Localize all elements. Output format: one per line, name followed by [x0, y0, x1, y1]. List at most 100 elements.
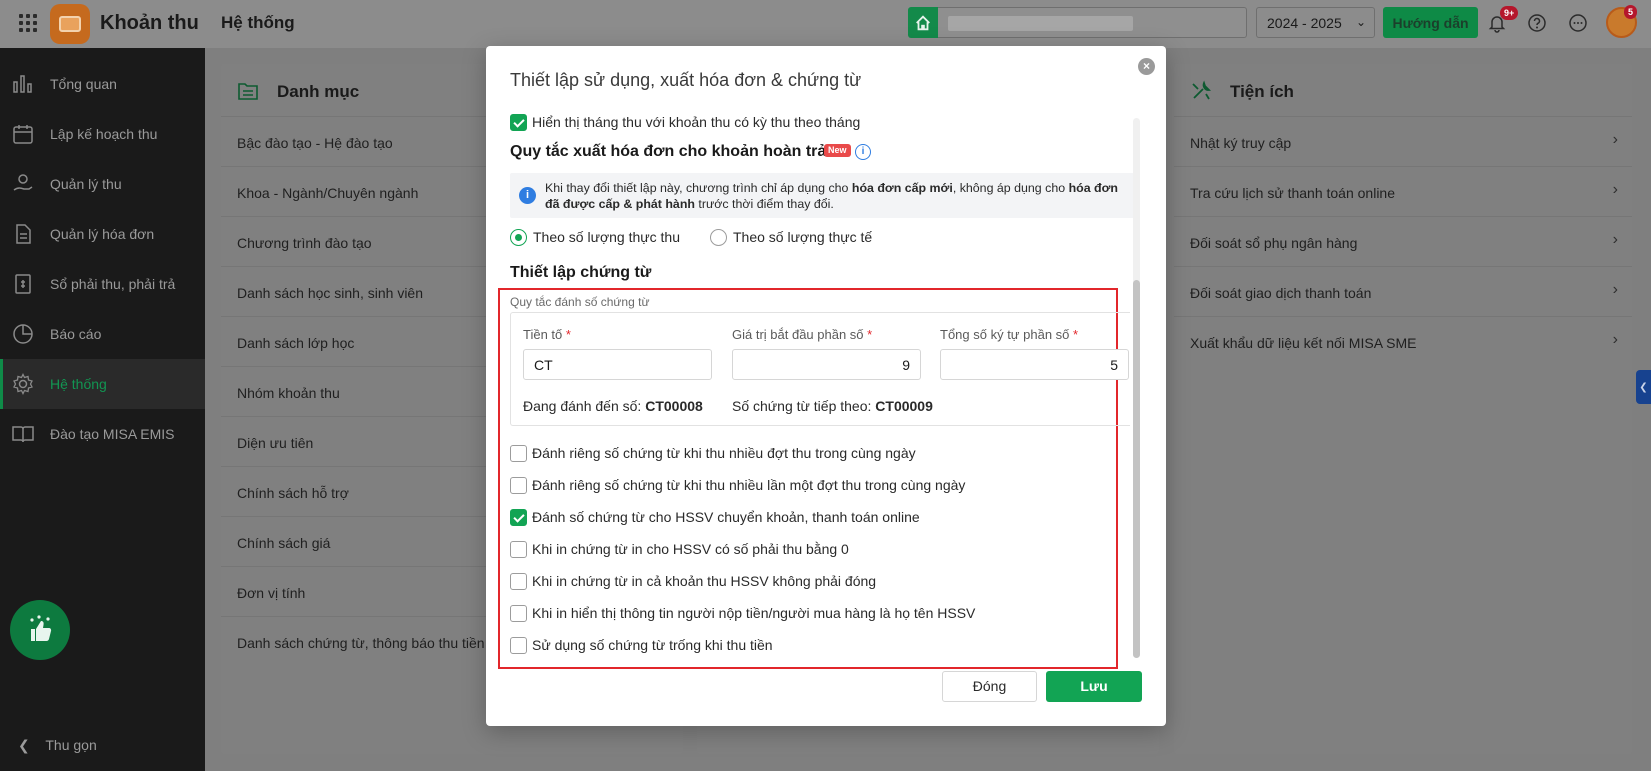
- feedback-thumbs-up-icon[interactable]: [10, 600, 70, 660]
- numbering-rule-caption: Quy tắc đánh số chứng từ: [510, 295, 650, 309]
- chart-bars-icon: [11, 72, 35, 96]
- scrollbar-thumb[interactable]: [1133, 280, 1140, 658]
- collapse-label: Thu gọn: [45, 737, 97, 753]
- chevron-down-icon: ⌄: [1355, 15, 1366, 29]
- option-checkbox[interactable]: [510, 541, 527, 558]
- notification-badge: 9+: [1500, 6, 1519, 20]
- sidebar: Tổng quan Lập kế hoạch thu Quản lý thu Q…: [0, 48, 205, 771]
- sidebar-item-collection[interactable]: Quản lý thu: [0, 159, 205, 209]
- sidebar-item-training[interactable]: Đào tạo MISA EMIS: [0, 409, 205, 459]
- option-label: Khi in hiển thị thông tin người nộp tiền…: [532, 605, 976, 621]
- app-grid-icon[interactable]: [19, 14, 37, 32]
- sidebar-item-label: Quản lý thu: [50, 176, 122, 192]
- option-checkbox[interactable]: [510, 445, 527, 462]
- save-button[interactable]: Lưu: [1046, 671, 1142, 702]
- calendar-icon: [11, 122, 35, 146]
- sidebar-item-label: Quản lý hóa đơn: [50, 226, 155, 242]
- utility-row[interactable]: Đối soát giao dịch thanh toán ›: [1174, 266, 1632, 316]
- option-checkbox[interactable]: [510, 605, 527, 622]
- utilities-title: Tiện ích: [1230, 82, 1294, 101]
- book-icon: [11, 422, 35, 446]
- next-number: Số chứng từ tiếp theo: CT00009: [732, 398, 933, 414]
- chevron-right-icon: ›: [1612, 331, 1618, 348]
- school-year-select[interactable]: 2024 - 2025 ⌄: [1256, 7, 1375, 38]
- option-label: Khi in chứng từ in cho HSSV có số phải t…: [532, 541, 849, 557]
- info-icon: i: [519, 187, 536, 204]
- option-checkbox[interactable]: [510, 477, 527, 494]
- utility-row-label: Tra cứu lịch sử thanh toán online: [1190, 185, 1396, 201]
- collapse-sidebar-button[interactable]: ❮ Thu gọn: [18, 737, 97, 754]
- sidebar-item-label: Tổng quan: [50, 76, 117, 92]
- start-value-label: Giá trị bắt đầu phần số *: [732, 327, 873, 342]
- utility-row-label: Nhật ký truy cập: [1190, 135, 1292, 151]
- current-number: Đang đánh đến số: CT00008: [523, 398, 703, 414]
- option-label: Đánh số chứng từ cho HSSV chuyển khoản, …: [532, 509, 920, 525]
- chevron-right-icon: ›: [1612, 281, 1618, 298]
- start-value-input[interactable]: [732, 349, 921, 380]
- avatar-badge: 5: [1624, 5, 1638, 19]
- home-icon[interactable]: [908, 7, 938, 38]
- ledger-icon: [11, 272, 35, 296]
- chevron-right-icon: ›: [1612, 231, 1618, 248]
- option-label: Đánh riêng số chứng từ khi thu nhiều lần…: [532, 477, 966, 493]
- guide-button[interactable]: Hướng dẫn: [1383, 7, 1478, 38]
- sidebar-item-label: Lập kế hoạch thu: [50, 126, 158, 142]
- option-label: Sử dụng số chứng từ trống khi thu tiền: [532, 637, 773, 653]
- voucher-settings-title: Thiết lập chứng từ: [510, 264, 652, 281]
- sidebar-item-label: Báo cáo: [50, 326, 102, 342]
- more-options-icon[interactable]: [1567, 12, 1589, 34]
- sidebar-item-label: Hệ thống: [50, 376, 107, 392]
- sidebar-item-plan[interactable]: Lập kế hoạch thu: [0, 109, 205, 159]
- school-year-value: 2024 - 2025: [1267, 15, 1342, 31]
- chevron-right-icon: ›: [1612, 181, 1618, 198]
- top-bar: Khoản thu Hệ thống 2024 - 2025 ⌄ Hướng d…: [0, 0, 1651, 48]
- utility-row-label: Xuất khẩu dữ liệu kết nối MISA SME: [1190, 335, 1417, 351]
- folder-list-icon: [237, 80, 259, 102]
- app-name: Khoản thu: [100, 12, 199, 34]
- radio-actual-collected[interactable]: [510, 229, 527, 246]
- refund-rule-title: Quy tắc xuất hóa đơn cho khoản hoàn trả: [510, 143, 827, 160]
- notice-text: Khi thay đổi thiết lập này, chương trình…: [545, 181, 1118, 211]
- school-selector[interactable]: [938, 7, 1247, 38]
- info-notice: i Khi thay đổi thiết lập này, chương trì…: [510, 173, 1134, 218]
- info-icon[interactable]: i: [855, 144, 871, 160]
- utility-row[interactable]: Tra cứu lịch sử thanh toán online ›: [1174, 166, 1632, 216]
- prefix-label: Tiền tố *: [523, 327, 571, 342]
- sidebar-item-label: Đào tạo MISA EMIS: [50, 426, 175, 442]
- digit-count-input[interactable]: [940, 349, 1129, 380]
- option-label: Đánh riêng số chứng từ khi thu nhiều đợt…: [532, 445, 916, 461]
- sidebar-item-invoices[interactable]: Quản lý hóa đơn: [0, 209, 205, 259]
- settings-dialog: Thiết lập sử dụng, xuất hóa đơn & chứng …: [486, 46, 1166, 726]
- option-checkbox[interactable]: [510, 573, 527, 590]
- sidebar-item-overview[interactable]: Tổng quan: [0, 59, 205, 109]
- help-icon[interactable]: [1526, 12, 1548, 34]
- prefix-input[interactable]: [523, 349, 712, 380]
- tools-icon: [1190, 80, 1212, 102]
- new-badge: New: [824, 144, 851, 157]
- gear-icon: [11, 372, 35, 396]
- option-checkbox[interactable]: [510, 509, 527, 526]
- radio-actual-collected-label: Theo số lượng thực thu: [533, 229, 680, 245]
- utility-row[interactable]: Nhật ký truy cập ›: [1174, 116, 1632, 166]
- catalog-title: Danh mục: [277, 82, 360, 101]
- option-label: Khi in chứng từ in cả khoản thu HSSV khô…: [532, 573, 877, 589]
- dialog-title: Thiết lập sử dụng, xuất hóa đơn & chứng …: [510, 70, 862, 90]
- dialog-scrollbar[interactable]: [1133, 118, 1140, 658]
- close-button[interactable]: Đóng: [942, 671, 1037, 702]
- radio-actual[interactable]: [710, 229, 727, 246]
- hand-money-icon: [11, 172, 35, 196]
- sidebar-item-ledger[interactable]: Sổ phải thu, phải trả: [0, 259, 205, 309]
- sidebar-item-system[interactable]: Hệ thống: [0, 359, 205, 409]
- pie-chart-icon: [11, 322, 35, 346]
- app-logo: [50, 4, 90, 44]
- sidebar-item-reports[interactable]: Báo cáo: [0, 309, 205, 359]
- option-checkbox[interactable]: [510, 637, 527, 654]
- chevron-right-icon: ›: [1612, 131, 1618, 148]
- utility-row[interactable]: Đối soát sổ phụ ngân hàng ›: [1174, 216, 1632, 266]
- digit-count-label: Tổng số ký tự phần số *: [940, 327, 1079, 342]
- close-icon[interactable]: ×: [1138, 58, 1155, 75]
- side-drawer-toggle[interactable]: ❮: [1636, 370, 1651, 404]
- utility-row[interactable]: Xuất khẩu dữ liệu kết nối MISA SME ›: [1174, 316, 1632, 366]
- radio-actual-label: Theo số lượng thực tế: [733, 229, 873, 245]
- show-month-checkbox[interactable]: [510, 114, 527, 131]
